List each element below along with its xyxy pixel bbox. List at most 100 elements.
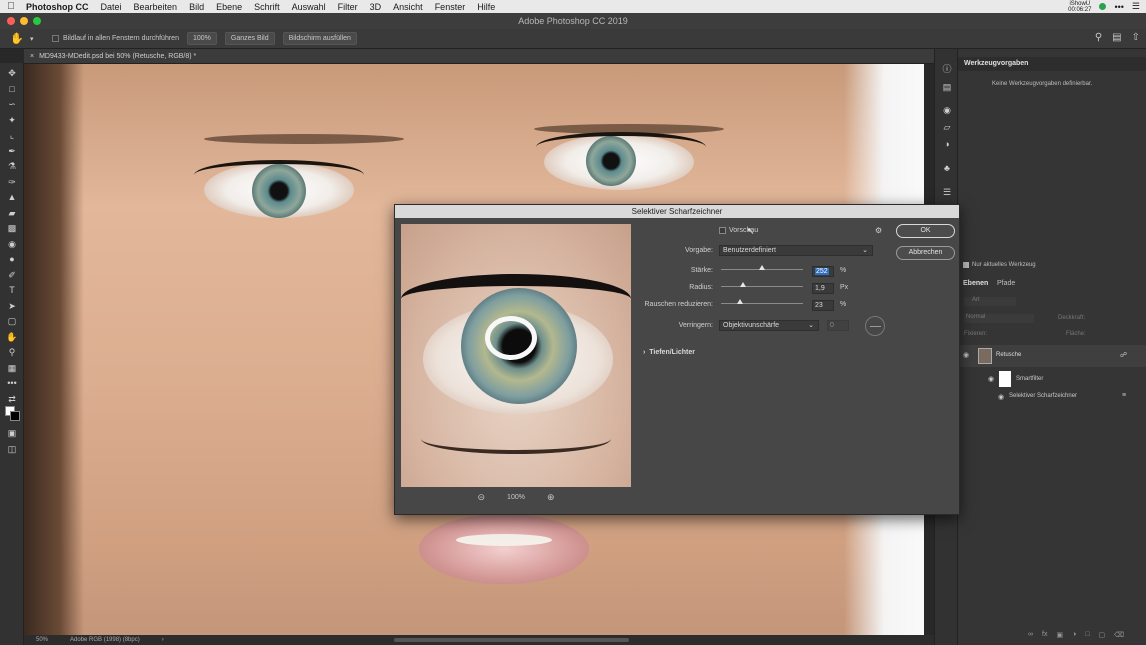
zoom-out-icon[interactable]: ⊝: [478, 492, 486, 503]
blur-tool-icon[interactable]: ◉: [5, 238, 19, 251]
shadows-highlights-toggle[interactable]: › Tiefen/Lichter: [643, 349, 695, 356]
more-tools-icon[interactable]: •••: [5, 377, 19, 390]
layer-row[interactable]: ◉ Retusche ☍: [958, 345, 1146, 367]
horizontal-scrollbar[interactable]: [394, 638, 629, 642]
artboard-tool-icon[interactable]: ▦: [5, 362, 19, 375]
preset-select[interactable]: Benutzerdefiniert ⌄: [719, 245, 873, 256]
share-icon[interactable]: ⇧: [1132, 32, 1140, 43]
magic-wand-tool-icon[interactable]: ✦: [5, 114, 19, 127]
zoom-tool-icon[interactable]: ⚲: [5, 346, 19, 359]
search-icon[interactable]: ⚲: [1095, 32, 1102, 43]
type-tool-icon[interactable]: T: [5, 284, 19, 297]
filter-preview[interactable]: [401, 224, 631, 487]
layer-style-icon[interactable]: fx: [1042, 631, 1047, 639]
noise-slider-thumb[interactable]: [736, 299, 743, 304]
menu-fenster[interactable]: Fenster: [429, 2, 472, 12]
noise-slider[interactable]: [721, 299, 803, 304]
move-tool-icon[interactable]: ✥: [5, 67, 19, 80]
fit-screen-button[interactable]: Ganzes Bild: [224, 32, 275, 45]
menu-3d[interactable]: 3D: [364, 2, 388, 12]
swap-colors-icon[interactable]: ⇄: [5, 393, 19, 406]
radius-field[interactable]: 1,9: [812, 283, 834, 294]
minimize-window-icon[interactable]: [20, 17, 28, 25]
zoom-100-button[interactable]: 100%: [186, 32, 217, 45]
menu-auswahl[interactable]: Auswahl: [286, 2, 332, 12]
radius-slider-thumb[interactable]: [740, 282, 747, 287]
preview-checkbox[interactable]: [719, 227, 726, 234]
crop-tool-icon[interactable]: ⌞: [5, 129, 19, 142]
screen-mode-icon[interactable]: ◫: [5, 443, 19, 456]
status-zoom[interactable]: 50%: [36, 637, 48, 643]
eye-visibility-icon[interactable]: ◉: [998, 393, 1004, 401]
menu-filter[interactable]: Filter: [332, 2, 364, 12]
eraser-tool-icon[interactable]: ▰: [5, 207, 19, 220]
scroll-all-checkbox[interactable]: [52, 35, 59, 42]
menu-bearbeiten[interactable]: Bearbeiten: [128, 2, 184, 12]
histogram-icon[interactable]: ▤: [941, 81, 953, 93]
close-tab-icon[interactable]: ×: [30, 53, 34, 60]
eye-visibility-icon[interactable]: ◉: [988, 375, 994, 383]
menu-schrift[interactable]: Schrift: [248, 2, 286, 12]
gradient-tool-icon[interactable]: ▩: [5, 222, 19, 235]
menu-app-name[interactable]: Photoshop CC: [22, 2, 95, 12]
status-chevron-icon[interactable]: ›: [162, 637, 164, 643]
cancel-button[interactable]: Abbrechen: [896, 246, 955, 260]
blend-mode-select[interactable]: Normal: [964, 314, 1034, 323]
status-profile[interactable]: Adobe RGB (1998) (8bpc): [70, 637, 140, 643]
layer-row[interactable]: ◉ Smartfilter: [958, 369, 1146, 389]
remove-select[interactable]: Objektivunschärfe ⌄: [719, 320, 819, 331]
info-icon[interactable]: ⓘ: [941, 63, 953, 75]
zoom-in-icon[interactable]: ⊕: [547, 492, 555, 503]
lasso-tool-icon[interactable]: ∽: [5, 98, 19, 111]
gear-icon[interactable]: ⚙: [875, 226, 882, 235]
noise-field[interactable]: 23: [812, 300, 834, 311]
amount-field[interactable]: 252: [812, 266, 834, 277]
more-dots-icon[interactable]: •••: [1114, 2, 1123, 12]
pen-tool-icon[interactable]: ✐: [5, 269, 19, 282]
channels-icon[interactable]: ◉: [941, 104, 953, 116]
add-mask-icon[interactable]: ▣: [1056, 631, 1063, 639]
adjustments-icon[interactable]: ◑: [941, 138, 953, 150]
brush-tool-icon[interactable]: ✑: [5, 176, 19, 189]
marquee-tool-icon[interactable]: □: [5, 83, 19, 96]
tab-layers[interactable]: Ebenen: [963, 280, 988, 287]
workspace-icon[interactable]: ▤: [1112, 32, 1121, 43]
ok-button[interactable]: OK: [896, 224, 955, 238]
list-menu-icon[interactable]: ☰: [1132, 1, 1140, 12]
styles-icon[interactable]: ♣: [941, 162, 953, 174]
link-layers-icon[interactable]: ∞: [1028, 631, 1033, 639]
adjustment-layer-icon[interactable]: ◑: [1072, 631, 1076, 639]
layer-row[interactable]: ◉ Selektiver Scharfzeichner ≡: [958, 390, 1146, 404]
amount-slider-thumb[interactable]: [759, 265, 765, 270]
3d-icon[interactable]: ▱: [941, 121, 953, 133]
menu-hilfe[interactable]: Hilfe: [471, 2, 501, 12]
dodge-tool-icon[interactable]: ●: [5, 253, 19, 266]
eyedropper-tool-icon[interactable]: ✒: [5, 145, 19, 158]
chevron-down-icon[interactable]: ▾: [30, 35, 40, 43]
apple-icon[interactable]: : [0, 1, 22, 12]
tab-paths[interactable]: Pfade: [997, 280, 1015, 287]
path-selection-tool-icon[interactable]: ➤: [5, 300, 19, 313]
kind-filter-select[interactable]: Art: [964, 297, 1016, 306]
menu-datei[interactable]: Datei: [95, 2, 128, 12]
hand-tool-icon[interactable]: ✋: [5, 331, 19, 344]
menu-ansicht[interactable]: Ansicht: [387, 2, 429, 12]
background-color-swatch[interactable]: [10, 411, 20, 421]
amount-slider[interactable]: [721, 265, 803, 270]
radius-slider[interactable]: [721, 282, 803, 287]
clone-stamp-tool-icon[interactable]: ▲: [5, 191, 19, 204]
menu-ebene[interactable]: Ebene: [210, 2, 248, 12]
tool-presets-header[interactable]: Werkzeugvorgaben: [958, 57, 1146, 71]
current-tool-only-row[interactable]: Nur aktuelles Werkzeug: [963, 262, 1036, 268]
quick-mask-icon[interactable]: ▣: [5, 427, 19, 440]
delete-layer-icon[interactable]: ⌫: [1114, 631, 1124, 639]
new-layer-icon[interactable]: ▢: [1099, 631, 1106, 639]
properties-icon[interactable]: ☰: [941, 186, 953, 198]
hand-tool-icon[interactable]: ✋: [10, 32, 30, 45]
fill-screen-button[interactable]: Bildschirm ausfüllen: [282, 32, 357, 45]
new-group-icon[interactable]: □: [1085, 631, 1089, 639]
healing-brush-tool-icon[interactable]: ⚗: [5, 160, 19, 173]
eye-visibility-icon[interactable]: ◉: [963, 351, 969, 359]
document-tab[interactable]: × MD9433-MDedit.psd bei 50% (Retusche, R…: [24, 49, 934, 64]
close-window-icon[interactable]: [7, 17, 15, 25]
